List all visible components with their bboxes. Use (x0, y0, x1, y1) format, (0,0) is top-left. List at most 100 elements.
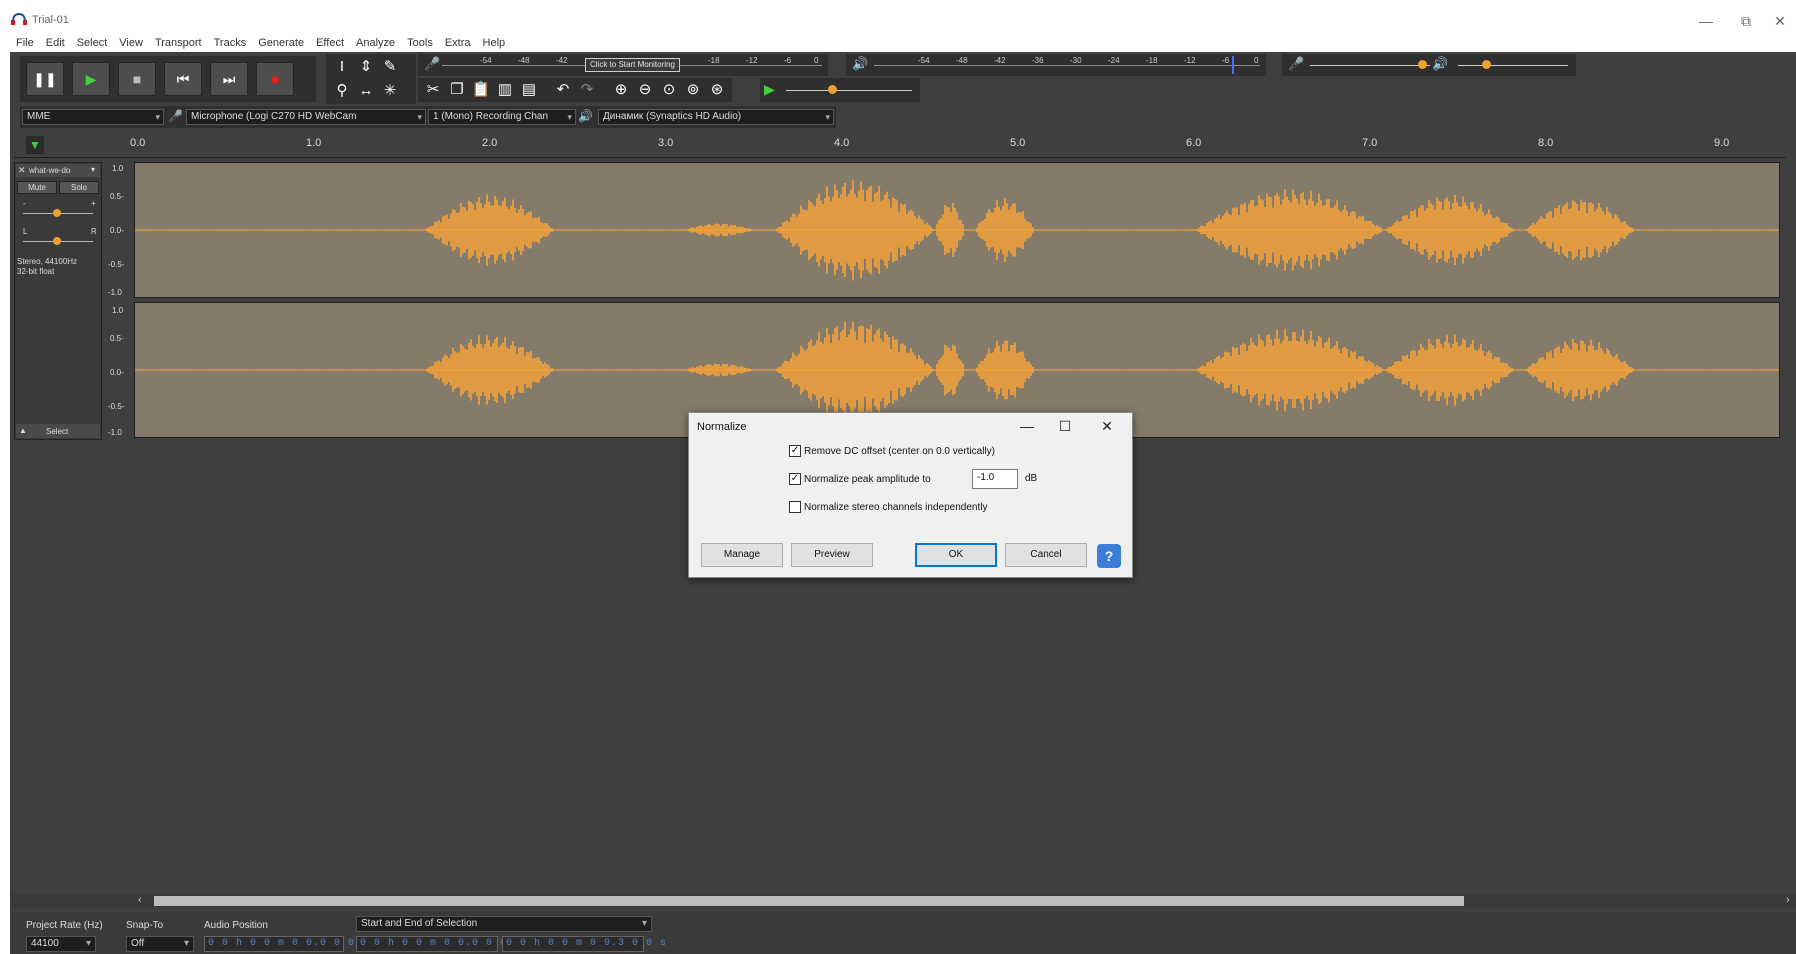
menu-file[interactable]: File (16, 34, 34, 52)
menu-transport[interactable]: Transport (155, 34, 202, 52)
gain-slider[interactable] (53, 209, 61, 217)
undo-icon[interactable]: ↶ (552, 78, 574, 100)
zoom-in-icon[interactable]: ⊕ (610, 78, 632, 100)
timeline-options-icon[interactable]: ▼ (26, 136, 44, 154)
playback-volume-slider[interactable] (1482, 60, 1491, 69)
track-menu-chevron-icon[interactable]: ▾ (91, 165, 95, 174)
scrollbar-thumb[interactable] (154, 896, 1464, 906)
paste-icon[interactable]: 📋 (470, 78, 492, 100)
microphone-icon: 🎤 (424, 56, 441, 71)
zoom-selection-icon[interactable]: ⊙ (658, 78, 680, 100)
play-speed-slider[interactable] (828, 85, 837, 94)
skip-to-end-button[interactable]: ⏭ (210, 62, 248, 96)
menu-select[interactable]: Select (77, 34, 108, 52)
menu-help[interactable]: Help (483, 34, 506, 52)
cancel-button[interactable]: Cancel (1005, 543, 1087, 567)
scroll-right-icon[interactable]: › (1786, 894, 1790, 906)
preview-button[interactable]: Preview (791, 543, 873, 567)
select-track-label: Select (46, 427, 69, 436)
draw-tool-icon[interactable]: ✎ (378, 56, 402, 76)
y-axis-label: -1.0 (108, 288, 122, 297)
record-button[interactable]: ● (256, 62, 294, 96)
zoom-toggle-icon[interactable]: ⊛ (706, 78, 728, 100)
stereo-independent-checkbox[interactable]: Normalize stereo channels independently (789, 501, 987, 513)
gain-minus-label: - (23, 199, 26, 208)
play-button[interactable]: ▶ (72, 62, 110, 96)
time-shift-tool-icon[interactable]: ↔ (354, 81, 378, 101)
menu-effect[interactable]: Effect (316, 34, 344, 52)
envelope-tool-icon[interactable]: ⇕ (354, 56, 378, 76)
microphone-device-icon: 🎤 (168, 109, 183, 123)
zoom-fit-icon[interactable]: ⊚ (682, 78, 704, 100)
recording-channels-select[interactable]: 1 (Mono) Recording Chan ▾ (428, 109, 576, 125)
pause-button[interactable]: ❚❚ (26, 62, 64, 96)
device-toolbar: MME ▾ 🎤 Microphone (Logi C270 HD WebCam … (20, 106, 836, 128)
menu-tracks[interactable]: Tracks (214, 34, 247, 52)
close-window-button[interactable]: ✕ (1760, 10, 1796, 32)
selection-tool-icon[interactable]: I (330, 57, 354, 77)
recording-channels-value: 1 (Mono) Recording Chan (433, 111, 549, 122)
help-button[interactable]: ? (1097, 544, 1121, 568)
cut-icon[interactable]: ✂ (422, 78, 444, 100)
project-rate-select[interactable]: 44100 ▾ (26, 936, 96, 952)
minimize-button[interactable]: — (1686, 10, 1726, 32)
dialog-minimize-button[interactable]: — (1009, 415, 1045, 437)
recording-volume-slider[interactable] (1418, 60, 1427, 69)
menu-extra[interactable]: Extra (445, 34, 471, 52)
menu-analyze[interactable]: Analyze (356, 34, 395, 52)
snap-to-select[interactable]: Off ▾ (126, 936, 194, 952)
collapse-track-icon[interactable]: ▲ (19, 426, 27, 435)
select-track-button[interactable]: ▲ Select (16, 424, 100, 438)
trim-icon[interactable]: ▥ (494, 78, 516, 100)
skip-end-icon: ⏭ (222, 70, 236, 87)
play-at-speed-toolbar: ▶ (760, 78, 920, 102)
scroll-left-icon[interactable]: ‹ (138, 894, 142, 906)
play-at-speed-icon[interactable]: ▶ (764, 81, 775, 98)
timeline-ruler[interactable]: ▼ 0.0 1.0 2.0 3.0 4.0 5.0 6.0 7.0 8.0 9.… (14, 134, 1786, 158)
menu-tools[interactable]: Tools (407, 34, 433, 52)
recording-device-select[interactable]: Microphone (Logi C270 HD WebCam ▾ (186, 109, 426, 125)
normalize-peak-checkbox[interactable]: ✓ Normalize peak amplitude to (789, 473, 931, 485)
close-track-icon[interactable]: ✕ (18, 165, 26, 176)
skip-to-start-button[interactable]: ⏮ (164, 62, 202, 96)
copy-icon[interactable]: ❐ (446, 78, 468, 100)
y-axis-label: 0.5- (110, 334, 124, 343)
silence-icon[interactable]: ▤ (518, 78, 540, 100)
pan-slider[interactable] (53, 237, 61, 245)
mute-button[interactable]: Mute (17, 181, 57, 194)
chevron-down-icon: ▾ (155, 112, 160, 122)
skip-start-icon: ⏮ (176, 70, 190, 87)
pan-left-label: L (23, 227, 28, 236)
selection-toolbar: Project Rate (Hz) 44100 ▾ Snap-To Off ▾ … (12, 912, 1796, 954)
selection-end-field[interactable]: 0 0 h 0 0 m 0 9.3 0 0 s (502, 936, 666, 952)
chevron-down-icon: ▾ (567, 112, 572, 122)
zoom-out-icon[interactable]: ⊖ (634, 78, 656, 100)
menu-generate[interactable]: Generate (258, 34, 304, 52)
manage-button[interactable]: Manage (701, 543, 783, 567)
dialog-title: Normalize (697, 421, 747, 433)
multi-tool-icon[interactable]: ✳ (378, 80, 402, 100)
start-monitoring-button[interactable]: Click to Start Monitoring (585, 58, 680, 72)
audio-position-field[interactable]: 0 0 h 0 0 m 0 0.0 0 0 s (204, 936, 368, 952)
stop-button[interactable]: ■ (118, 62, 156, 96)
peak-amplitude-input[interactable]: -1.0 (972, 469, 1018, 489)
waveform-left-channel[interactable] (134, 162, 1780, 298)
selection-start-field[interactable]: 0 0 h 0 0 m 0 0.0 0 0 s (356, 936, 520, 952)
chevron-down-icon: ▾ (417, 112, 422, 122)
dialog-maximize-button[interactable]: ☐ (1047, 415, 1083, 437)
track-name-menu[interactable]: what-we-do (29, 166, 70, 175)
playback-meter[interactable]: 🔊 -54 -48 -42 -36 -30 -24 -18 -12 -6 0 (846, 54, 1266, 76)
dialog-close-button[interactable]: ✕ (1089, 415, 1125, 437)
menu-edit[interactable]: Edit (46, 34, 65, 52)
remove-dc-offset-checkbox[interactable]: ✓ Remove DC offset (center on 0.0 vertic… (789, 445, 995, 457)
solo-button[interactable]: Solo (59, 181, 99, 194)
speaker-device-icon: 🔊 (578, 109, 593, 123)
ok-button[interactable]: OK (915, 543, 997, 567)
menu-view[interactable]: View (119, 34, 143, 52)
selection-mode-select[interactable]: Start and End of Selection ▾ (356, 916, 652, 932)
zoom-tool-icon[interactable]: ⚲ (330, 80, 354, 100)
redo-icon[interactable]: ↷ (576, 78, 598, 100)
timeline-label: 3.0 (658, 137, 674, 149)
playback-device-select[interactable]: Динамик (Synaptics HD Audio) ▾ (598, 109, 834, 125)
audio-host-select[interactable]: MME ▾ (22, 109, 164, 125)
